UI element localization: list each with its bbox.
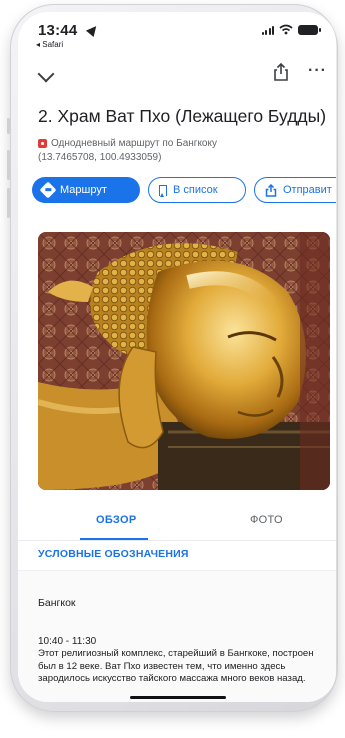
more-icon[interactable]: ···: [308, 62, 327, 80]
screen: 13:44 ◂ Safari ··· 2. Храм Ват Пхо (Лежа…: [18, 12, 336, 702]
reclining-buddha-image: [38, 232, 330, 490]
place-photo[interactable]: [38, 232, 330, 490]
home-indicator[interactable]: [130, 696, 226, 699]
place-description: Этот религиозный комплекс, старейший в Б…: [38, 648, 314, 685]
legend-link[interactable]: УСЛОВНЫЕ ОБОЗНАЧЕНИЯ: [38, 548, 189, 560]
back-to-safari[interactable]: ◂ Safari: [36, 40, 63, 49]
location-arrow-icon: [85, 22, 101, 38]
send-button[interactable]: Отправит: [254, 177, 336, 203]
tab-photo[interactable]: ФОТО: [250, 514, 283, 526]
side-button-volume-down: [7, 188, 10, 218]
place-subtitle: Однодневный маршрут по Бангкоку: [38, 138, 217, 149]
save-to-list-button[interactable]: В список: [148, 177, 246, 203]
map-name[interactable]: Однодневный маршрут по Бангкоку: [51, 138, 217, 149]
route-button-label: Маршрут: [60, 184, 107, 196]
share-icon[interactable]: [272, 62, 290, 82]
tab-overview[interactable]: ОБЗОР: [96, 514, 136, 526]
time-range: 10:40 - 11:30: [38, 636, 97, 647]
send-icon: [265, 183, 277, 197]
send-button-label: Отправит: [283, 184, 332, 196]
bookmark-icon: [159, 184, 167, 197]
chevron-down-icon[interactable]: [37, 65, 55, 83]
signal-icon: [261, 25, 274, 35]
divider: [18, 540, 336, 541]
route-button[interactable]: Маршрут: [32, 177, 140, 203]
coordinates: (13.7465708, 100.4933059): [38, 152, 162, 163]
side-button-volume-up: [7, 150, 10, 180]
battery-icon: [298, 24, 321, 35]
side-button-mute: [7, 118, 10, 134]
save-button-label: В список: [173, 184, 218, 196]
directions-icon: [39, 181, 57, 199]
status-time: 13:44: [38, 22, 78, 39]
tabs: ОБЗОР ФОТО: [18, 502, 336, 540]
place-title: 2. Храм Ват Пхо (Лежащего Будды): [38, 106, 327, 126]
wifi-icon: [279, 24, 293, 35]
city-label: Бангкок: [38, 597, 76, 609]
status-icons: [261, 24, 321, 35]
map-pin-icon: [38, 139, 47, 148]
